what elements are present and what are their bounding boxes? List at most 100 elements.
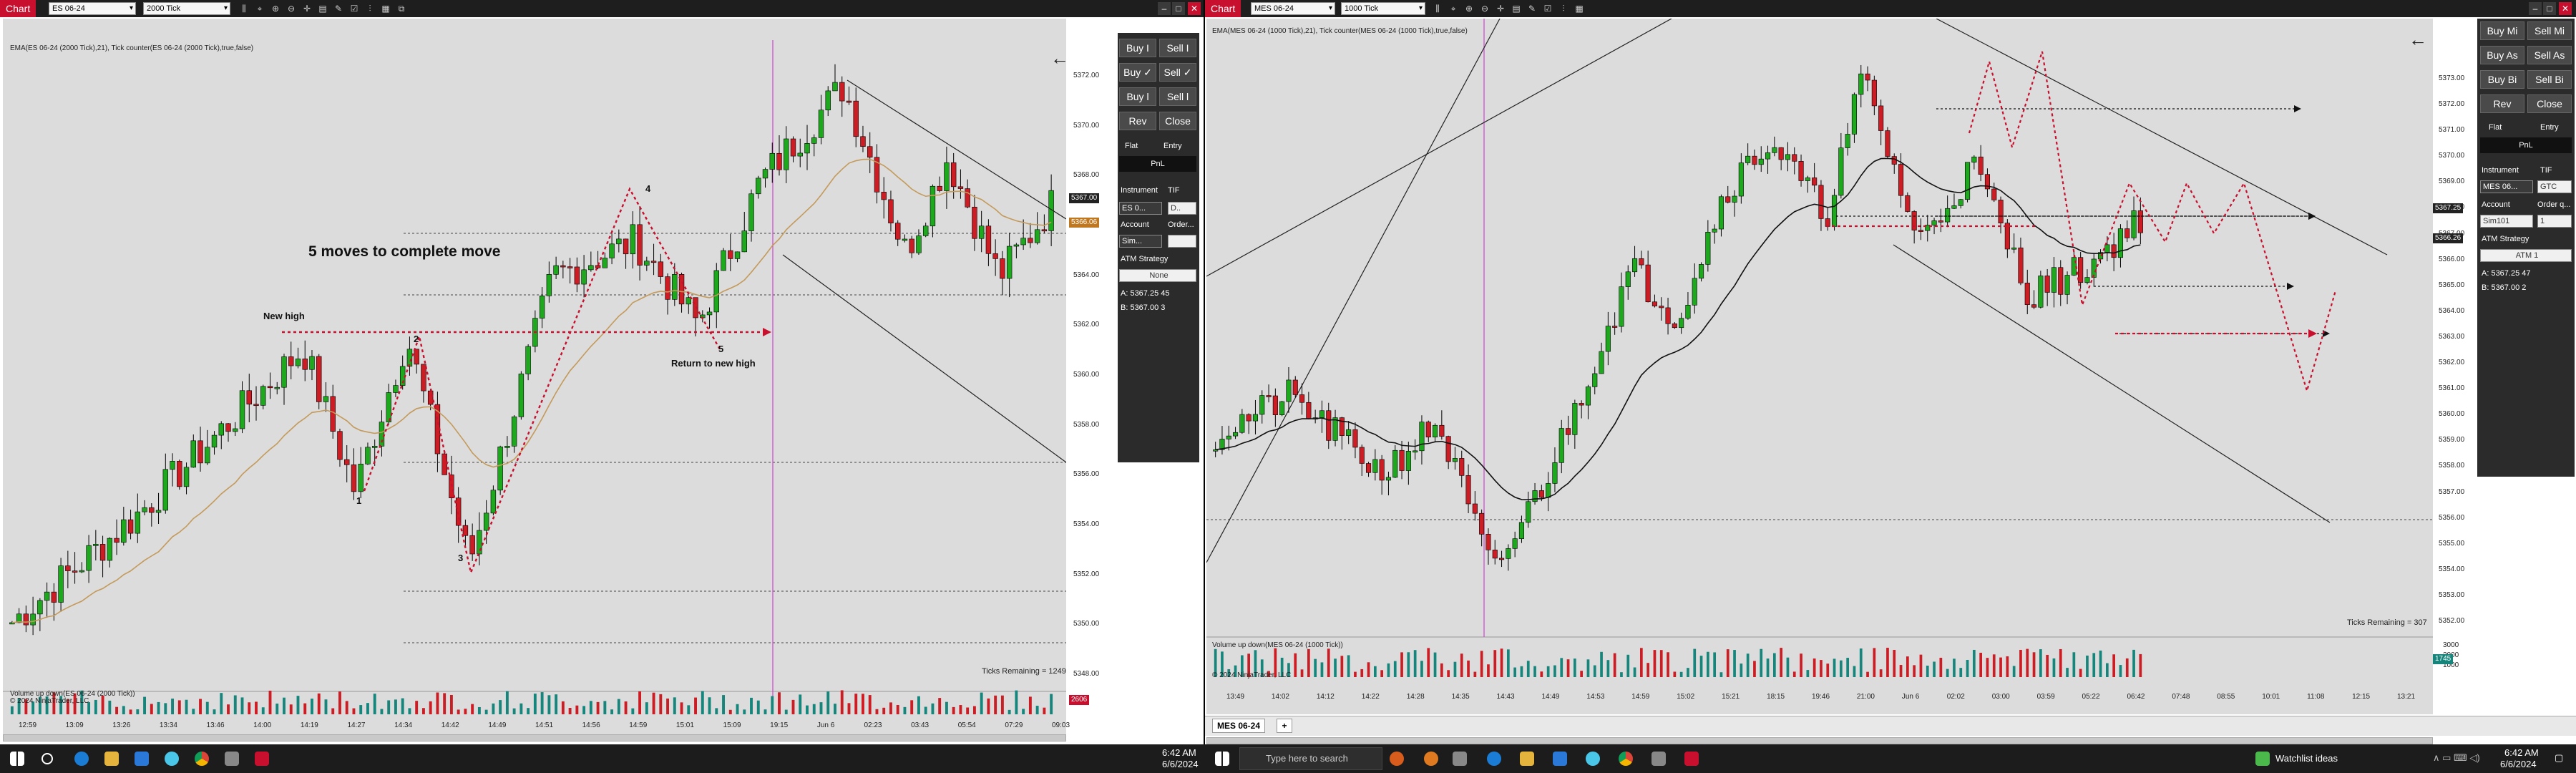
- add-tab-icon[interactable]: +: [1277, 719, 1292, 733]
- bar-type-icon[interactable]: ⫼: [239, 4, 249, 14]
- start-icon-2[interactable]: [1215, 752, 1229, 766]
- file-explorer-icon[interactable]: [104, 752, 119, 766]
- left-reverse-button[interactable]: Rev: [1119, 112, 1156, 130]
- left-buy-market-button[interactable]: Buy I: [1119, 39, 1156, 57]
- left-instrument-select[interactable]: ES 06-24: [49, 2, 136, 15]
- left-sell-ask-button[interactable]: Sell ✓: [1159, 63, 1196, 82]
- task-view-icon[interactable]: [1453, 752, 1467, 766]
- app-icon-2[interactable]: [1586, 752, 1600, 766]
- ninjatrader-icon-2[interactable]: [1684, 752, 1699, 766]
- right-instrument-select[interactable]: MES 06-24: [1251, 2, 1335, 15]
- left-sell-market-button[interactable]: Sell I: [1159, 39, 1196, 57]
- volume-bar: [233, 695, 237, 714]
- crosshair-plus-icon[interactable]: ✛: [302, 4, 312, 14]
- left-sell-bid-button[interactable]: Sell l: [1159, 87, 1196, 106]
- right-close-button[interactable]: Close: [2527, 94, 2572, 113]
- strategies-icon[interactable]: ☑: [349, 4, 359, 14]
- left-interval-select[interactable]: 2000 Tick: [143, 2, 230, 15]
- right-sell-bid-button[interactable]: Sell Bi: [2527, 70, 2572, 89]
- right-sell-market-button[interactable]: Sell Mi: [2527, 21, 2572, 40]
- left-chart-tab[interactable]: Chart: [0, 0, 36, 17]
- candle-body: [672, 274, 678, 300]
- chrome-icon[interactable]: [195, 752, 209, 766]
- properties-icon[interactable]: ▤: [318, 4, 328, 14]
- left-tif-select[interactable]: D..: [1168, 202, 1196, 215]
- data-box-icon[interactable]: ▦: [381, 4, 391, 14]
- right-tif-select[interactable]: GTC: [2537, 180, 2572, 193]
- right-back-arrow-icon[interactable]: ←: [2409, 29, 2427, 51]
- crosshair-icon[interactable]: ⌖: [255, 4, 265, 14]
- indicators-icon[interactable]: ⫶: [365, 4, 375, 14]
- news-icon[interactable]: [1390, 752, 1404, 766]
- right-atm-select[interactable]: ATM 1: [2480, 249, 2572, 262]
- r-crosshair-icon[interactable]: ⌖: [1448, 4, 1458, 14]
- right-instrument-field[interactable]: MES 06...: [2480, 180, 2533, 193]
- start-icon[interactable]: [10, 752, 24, 766]
- left-account-select[interactable]: Sim...: [1119, 235, 1162, 248]
- left-back-arrow-icon[interactable]: ←: [1050, 47, 1069, 69]
- r-zoom-in-icon[interactable]: ⊕: [1464, 4, 1474, 14]
- folder-icon-2[interactable]: [1652, 752, 1666, 766]
- right-buy-ask-button[interactable]: Buy As: [2480, 46, 2524, 64]
- r-zoom-out-icon[interactable]: ⊖: [1480, 4, 1490, 14]
- r-strategies-icon[interactable]: ☑: [1543, 4, 1553, 14]
- right-maximize-icon[interactable]: □: [2543, 2, 2556, 15]
- search-icon[interactable]: [42, 753, 53, 764]
- left-buy-ask-button[interactable]: Buy ✓: [1119, 63, 1156, 82]
- edge-icon-2[interactable]: [1487, 752, 1501, 766]
- notifications-icon[interactable]: ▢: [2555, 752, 2563, 764]
- taskbar-search[interactable]: Type here to search: [1239, 747, 1382, 770]
- right-buy-bid-button[interactable]: Buy Bi: [2480, 70, 2524, 89]
- right-sell-ask-button[interactable]: Sell As: [2527, 46, 2572, 64]
- right-close-icon[interactable]: ✕: [2559, 2, 2572, 15]
- r-bar-type-icon[interactable]: ⫼: [1433, 4, 1443, 14]
- instrument-tab[interactable]: MES 06-24: [1212, 719, 1266, 733]
- edge-icon[interactable]: [74, 752, 89, 766]
- left-buy-bid-button[interactable]: Buy l: [1119, 87, 1156, 106]
- r-data-box-icon[interactable]: ▦: [1574, 4, 1584, 14]
- r-draw-tool-icon[interactable]: ✎: [1527, 4, 1537, 14]
- right-account-select[interactable]: Sim101: [2480, 215, 2533, 228]
- left-atm-select[interactable]: None: [1119, 269, 1196, 282]
- left-instrument-field[interactable]: ES 0...: [1119, 202, 1162, 215]
- zoom-out-icon[interactable]: ⊖: [286, 4, 296, 14]
- ninjatrader-icon[interactable]: [255, 752, 269, 766]
- right-buy-market-button[interactable]: Buy Mi: [2480, 21, 2524, 40]
- app-icon[interactable]: [165, 752, 179, 766]
- chrome-icon-2[interactable]: [1619, 752, 1633, 766]
- window-link-icon[interactable]: ⧉: [396, 4, 406, 14]
- volume-bar: [1826, 663, 1830, 677]
- left-order-qty-field[interactable]: [1168, 235, 1196, 248]
- folder-icon[interactable]: [225, 752, 239, 766]
- draw-tool-icon[interactable]: ✎: [333, 4, 343, 14]
- right-price-plot[interactable]: EMA(MES 06-24 (1000 Tick),21), Tick coun…: [1206, 19, 2433, 714]
- system-tray-icons[interactable]: ∧ ▭ ⌨ ◁): [2433, 752, 2480, 764]
- left-close-button[interactable]: Close: [1159, 112, 1196, 130]
- zoom-in-icon[interactable]: ⊕: [270, 4, 280, 14]
- left-price-plot[interactable]: EMA(ES 06-24 (2000 Tick),21), Tick count…: [3, 19, 1069, 737]
- r-indicators-icon[interactable]: ⫶: [1558, 4, 1568, 14]
- right-order-qty-field[interactable]: 1: [2537, 215, 2572, 228]
- axis-tick-label: 11:08: [2307, 693, 2325, 701]
- left-horizontal-scrollbar[interactable]: [3, 734, 1066, 742]
- right-reverse-button[interactable]: Rev: [2480, 94, 2524, 113]
- left-maximize-icon[interactable]: □: [1172, 2, 1185, 15]
- right-interval-select[interactable]: 1000 Tick: [1341, 2, 1425, 15]
- r-crosshair-plus-icon[interactable]: ✛: [1496, 4, 1506, 14]
- store-icon-2[interactable]: [1553, 752, 1567, 766]
- watchlist-icon[interactable]: [2255, 752, 2270, 766]
- axis-tick-label: 12:15: [2352, 693, 2371, 701]
- explorer-icon-2[interactable]: [1520, 752, 1534, 766]
- left-close-icon[interactable]: ✕: [1188, 2, 1201, 15]
- r-properties-icon[interactable]: ▤: [1511, 4, 1521, 14]
- right-chart-tab[interactable]: Chart: [1205, 0, 1241, 17]
- right-minimize-icon[interactable]: –: [2529, 2, 2542, 15]
- right-horizontal-scrollbar[interactable]: [1206, 737, 2433, 744]
- volume-bar: [373, 694, 376, 714]
- store-icon[interactable]: [135, 752, 149, 766]
- basketball-icon[interactable]: [1424, 752, 1438, 766]
- candle-body: [756, 178, 761, 195]
- watchlist-ideas[interactable]: Watchlist ideas: [2275, 753, 2338, 764]
- wave-label-5: 5: [718, 344, 724, 354]
- left-minimize-icon[interactable]: –: [1158, 2, 1171, 15]
